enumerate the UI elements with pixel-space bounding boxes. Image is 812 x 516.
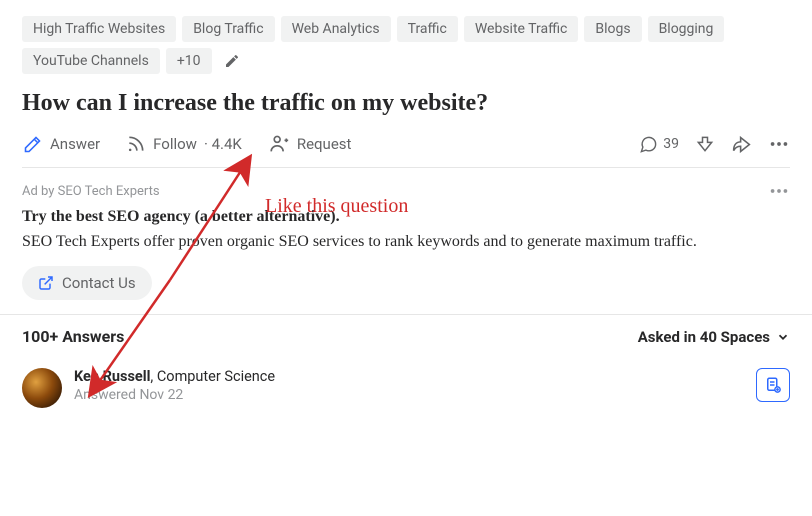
chevron-down-icon	[776, 330, 790, 344]
topic-tag[interactable]: Traffic	[397, 16, 458, 42]
topic-tag[interactable]: Web Analytics	[281, 16, 391, 42]
answer-item: Ken Russell, Computer Science Answered N…	[22, 362, 790, 408]
answer-button[interactable]: Answer	[22, 134, 100, 155]
edit-topics-icon[interactable]	[218, 51, 246, 71]
ad-cta-button[interactable]: Contact Us	[22, 266, 152, 300]
follow-label: Follow	[153, 135, 197, 153]
topic-tag[interactable]: Website Traffic	[464, 16, 579, 42]
external-link-icon	[38, 275, 54, 291]
topic-tag[interactable]: Blogs	[584, 16, 641, 42]
downvote-icon	[695, 134, 715, 154]
answers-count: 100+ Answers	[22, 327, 124, 346]
bookmark-button[interactable]	[756, 368, 790, 402]
ad-cta-label: Contact Us	[62, 274, 136, 292]
comment-icon	[639, 135, 658, 154]
downvote-button[interactable]	[695, 134, 715, 154]
author-name: Ken Russell	[74, 368, 150, 385]
author-credential: , Computer Science	[150, 368, 275, 385]
ad-more-button[interactable]	[768, 180, 790, 202]
answers-header: 100+ Answers Asked in 40 Spaces	[22, 315, 790, 362]
request-icon	[268, 133, 290, 155]
comments-count: 39	[663, 136, 679, 152]
more-icon	[768, 180, 790, 202]
ad-block: Ad by SEO Tech Experts Try the best SEO …	[22, 180, 790, 300]
ad-label: Ad by SEO Tech Experts	[22, 184, 160, 199]
answered-date[interactable]: Answered Nov 22	[74, 387, 744, 403]
ad-title: Try the best SEO agency (a better altern…	[22, 208, 790, 226]
topic-tag[interactable]: High Traffic Websites	[22, 16, 176, 42]
ad-body: SEO Tech Experts offer proven organic SE…	[22, 230, 790, 254]
request-label: Request	[297, 135, 352, 153]
topic-tag[interactable]: Blog Traffic	[182, 16, 274, 42]
answer-icon	[22, 134, 43, 155]
follow-count: · 4.4K	[204, 135, 242, 153]
action-bar: Answer Follow · 4.4K	[22, 133, 790, 168]
more-icon	[768, 133, 790, 155]
topic-tags-row: High Traffic Websites Blog Traffic Web A…	[22, 16, 790, 74]
answer-author-line[interactable]: Ken Russell, Computer Science	[74, 368, 744, 385]
follow-icon	[126, 134, 146, 154]
comments-button[interactable]: 39	[639, 135, 679, 154]
share-icon	[731, 134, 752, 155]
more-button[interactable]	[768, 133, 790, 155]
topic-tag[interactable]: YouTube Channels	[22, 48, 160, 74]
asked-in-spaces-button[interactable]: Asked in 40 Spaces	[638, 328, 790, 346]
answer-label: Answer	[50, 135, 100, 153]
topic-tag[interactable]: Blogging	[648, 16, 725, 42]
question-title: How can I increase the traffic on my web…	[22, 88, 790, 119]
bookmark-icon	[764, 376, 782, 394]
topic-tag-more[interactable]: +10	[166, 48, 212, 74]
follow-button[interactable]: Follow · 4.4K	[126, 134, 242, 154]
asked-in-label: Asked in 40 Spaces	[638, 328, 770, 346]
share-button[interactable]	[731, 134, 752, 155]
request-button[interactable]: Request	[268, 133, 352, 155]
avatar[interactable]	[22, 368, 62, 408]
